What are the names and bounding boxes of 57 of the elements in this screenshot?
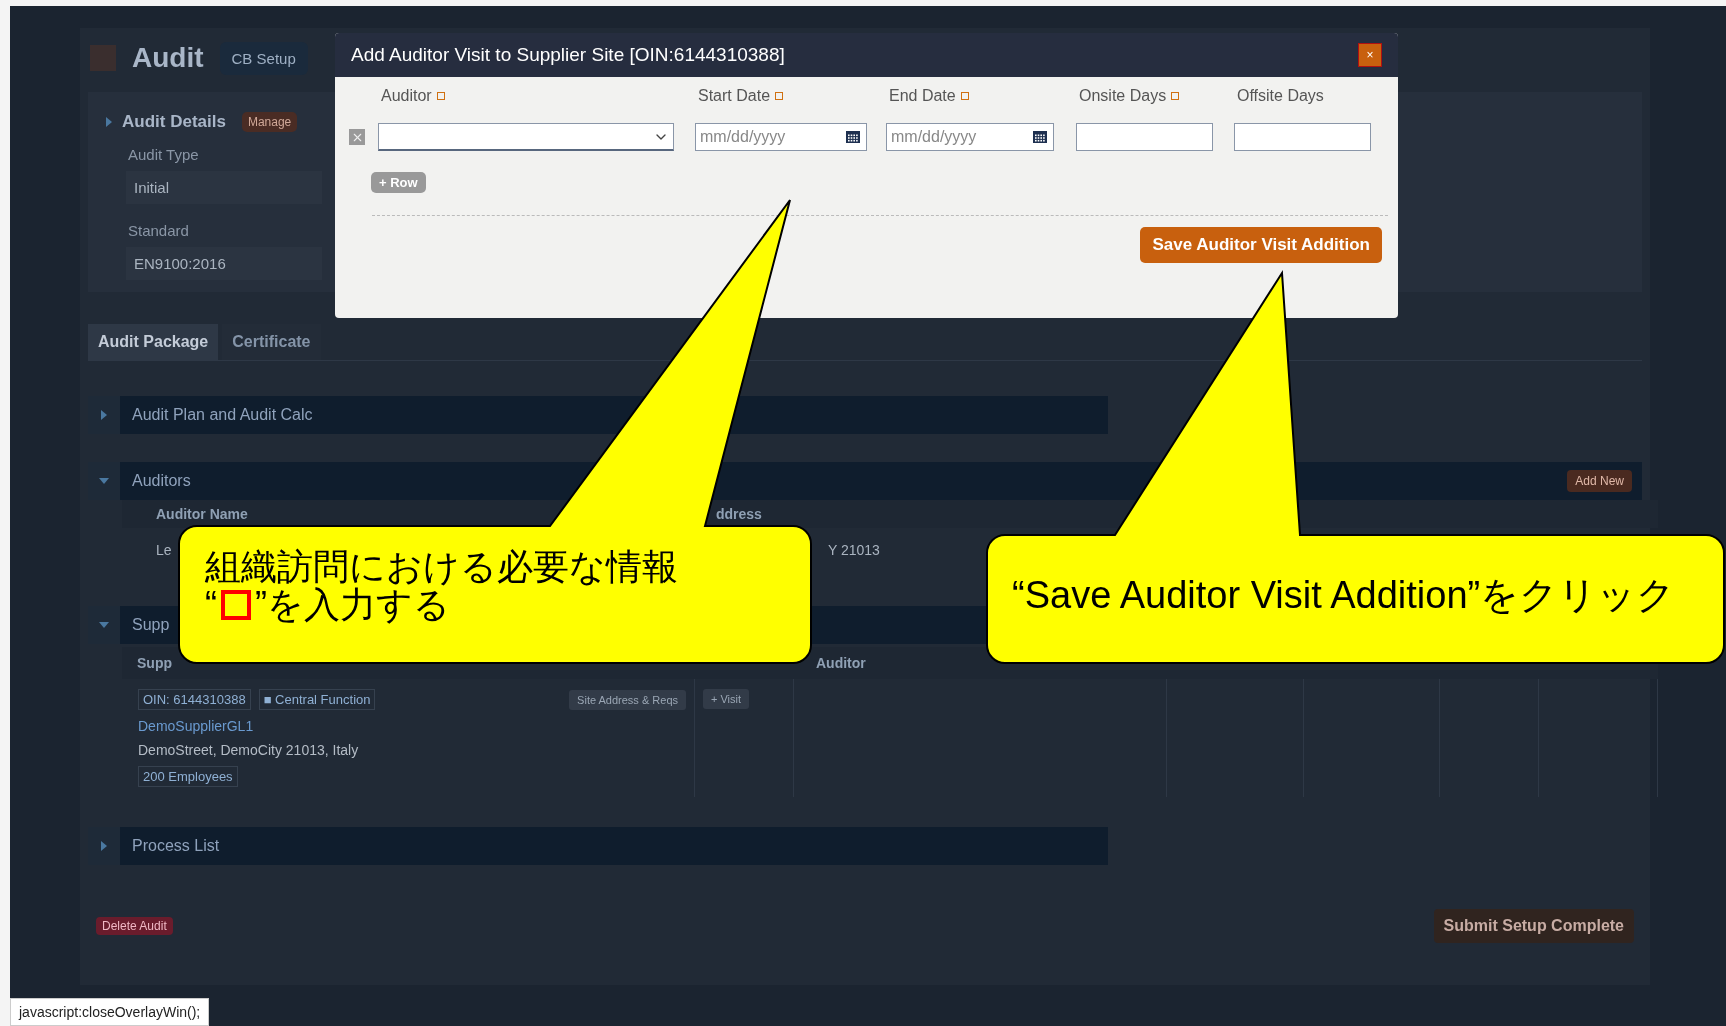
caret-down-icon: [99, 620, 109, 630]
status-bar-text: javascript:closeOverlayWin();: [10, 998, 210, 1026]
delete-audit-button[interactable]: Delete Audit: [96, 917, 173, 935]
field-label: Standard: [128, 222, 190, 239]
tab[interactable]: Audit Package: [88, 324, 219, 360]
section-title: Supp: [132, 616, 170, 634]
offsite-days-field[interactable]: [1234, 123, 1371, 151]
section-header-bar[interactable]: Process List: [88, 827, 1108, 865]
save-button[interactable]: Save Auditor Visit Addition: [1140, 227, 1382, 263]
site-address-button[interactable]: Site Address & Reqs: [569, 689, 686, 710]
field-value: EN9100:2016: [126, 247, 322, 280]
callout-text: 組織訪問における必要な情報: [205, 548, 678, 586]
supplier-address: DemoStreet, DemoCity 21013, Italy: [138, 742, 360, 758]
start-date-field[interactable]: mm/dd/yyyy: [695, 123, 867, 151]
column-label: Start Date: [698, 87, 771, 105]
table-cell-text: Y 21013: [828, 541, 880, 560]
field-label: Audit Type: [128, 146, 200, 163]
add-visit-button[interactable]: + Visit: [703, 689, 750, 709]
dialog-title: Add Auditor Visit to Supplier Site [OIN:6144310388]: [351, 44, 785, 66]
end-date-field[interactable]: mm/dd/yyyy: [886, 123, 1054, 151]
table-cell-text: Le: [156, 541, 172, 560]
caret-right-icon: [99, 841, 109, 851]
close-button[interactable]: ×: [1358, 43, 1382, 67]
onsite-days-field[interactable]: [1076, 123, 1213, 151]
section-title: Auditors: [132, 472, 191, 490]
remove-row-button[interactable]: [349, 129, 365, 145]
function-tag: ■ Central Function: [258, 689, 376, 710]
add-new-button[interactable]: Add New: [1567, 470, 1632, 492]
page-title: Audit: [132, 42, 204, 74]
section-title: Audit Plan and Audit Calc: [132, 406, 313, 424]
required-marker-icon: [960, 92, 969, 100]
required-marker-icon: [1171, 92, 1180, 100]
field-value: Initial: [126, 171, 322, 204]
app-logo: [90, 45, 116, 71]
column-label: Onsite Days: [1079, 87, 1167, 105]
supplier-link[interactable]: DemoSupplierGL1: [138, 718, 686, 734]
auditor-select[interactable]: [378, 123, 674, 151]
oin-badge: OIN: 6144310388: [138, 689, 251, 710]
calendar-icon[interactable]: [846, 131, 860, 143]
header-tab[interactable]: CB Setup: [219, 41, 308, 75]
caret-right-icon: [104, 117, 114, 127]
caret-down-icon: [99, 476, 109, 486]
column-label: Offsite Days: [1237, 87, 1324, 105]
required-marker-icon: [775, 92, 784, 100]
callout-text: “ ”を入力する: [205, 585, 450, 624]
required-marker-icon: [436, 92, 445, 100]
callout-text: “Save Auditor Visit Addition”をクリック: [1012, 576, 1676, 616]
employees-tag: 200 Employees: [138, 766, 238, 787]
column-label: End Date: [889, 87, 956, 105]
submit-button[interactable]: Submit Setup Complete: [1433, 909, 1634, 943]
section-title: Process List: [132, 837, 220, 855]
section-header-bar[interactable]: Audit Plan and Audit Calc: [88, 396, 1108, 434]
manage-button[interactable]: Manage: [241, 112, 298, 132]
details-title: Audit Details: [122, 112, 226, 132]
calendar-icon[interactable]: [1033, 131, 1047, 143]
column-label: Auditor: [381, 87, 432, 105]
caret-right-icon: [99, 410, 109, 420]
